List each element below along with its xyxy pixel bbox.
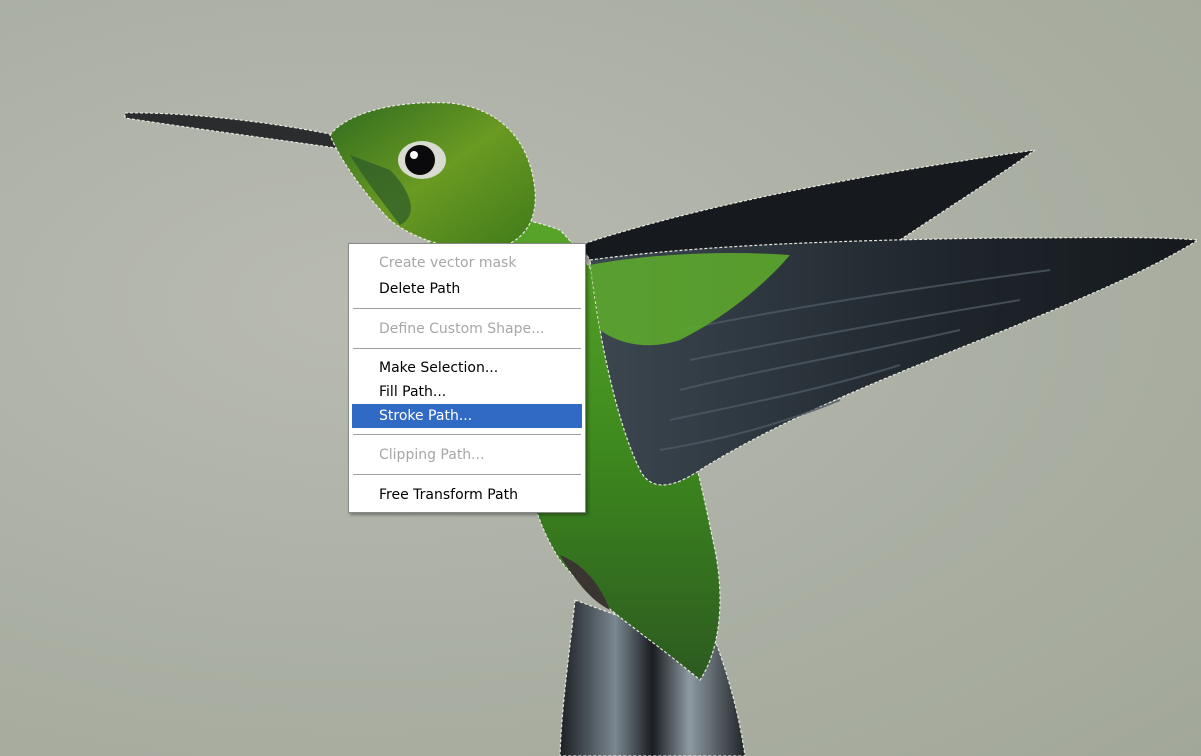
beak (124, 112, 352, 151)
eye (405, 145, 435, 175)
menu-item-create-vector-mask[interactable]: Create vector mask (352, 250, 582, 276)
menu-separator (353, 348, 581, 350)
menu-item-stroke-path[interactable]: Stroke Path... (352, 404, 582, 428)
menu-item-free-transform-path[interactable]: Free Transform Path (352, 482, 582, 508)
menu-item-clipping-path[interactable]: Clipping Path... (352, 442, 582, 468)
path-context-menu: Create vector mask Delete Path Define Cu… (348, 243, 586, 513)
document-canvas[interactable]: Create vector mask Delete Path Define Cu… (0, 0, 1201, 756)
menu-item-make-selection[interactable]: Make Selection... (352, 356, 582, 380)
menu-separator (353, 474, 581, 476)
menu-item-fill-path[interactable]: Fill Path... (352, 380, 582, 404)
menu-item-define-custom-shape[interactable]: Define Custom Shape... (352, 316, 582, 342)
menu-separator (353, 308, 581, 310)
eye-highlight (410, 151, 418, 159)
menu-item-delete-path[interactable]: Delete Path (352, 276, 582, 302)
hummingbird-image (124, 102, 1200, 756)
menu-separator (353, 434, 581, 436)
